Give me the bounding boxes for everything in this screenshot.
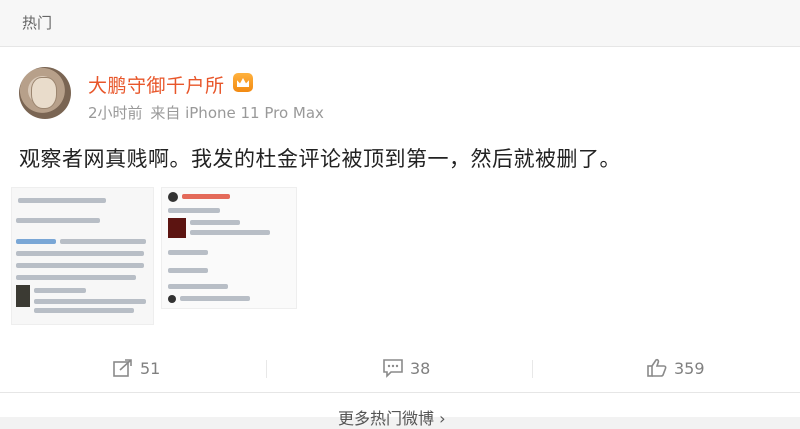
repost-button[interactable]: 51	[112, 344, 160, 392]
post-text: 观察者网真贱啊。我发的杜金评论被顶到第一，然后就被删了。	[19, 147, 621, 171]
weibo-post-card: 大鹏守御千户所 2小时前 来自 iPhone 11 Pro Max 观察者网真贱…	[0, 47, 800, 393]
post-image-1[interactable]	[11, 187, 154, 325]
post-time[interactable]: 2小时前	[88, 104, 143, 122]
section-header: 热门	[0, 0, 800, 47]
repost-count: 51	[140, 358, 161, 378]
post-source: 来自 iPhone 11 Pro Max	[150, 104, 324, 122]
avatar[interactable]	[19, 67, 71, 119]
divider	[532, 360, 533, 378]
post-actions: 51 38 359	[0, 344, 800, 392]
like-count: 359	[674, 358, 705, 378]
post-image-2[interactable]	[161, 187, 297, 309]
vip-crown-icon[interactable]	[233, 73, 253, 92]
author-name[interactable]: 大鹏守御千户所	[88, 71, 225, 98]
more-hot-weibo-label[interactable]: 更多热门微博 ›	[338, 405, 446, 429]
more-hot-weibo[interactable]: 更多热门微博 ›	[0, 393, 800, 428]
comment-button[interactable]: 38	[382, 344, 430, 392]
avatar-face	[31, 77, 57, 109]
comment-count: 38	[410, 358, 431, 378]
share-icon	[113, 359, 132, 377]
comment-icon	[383, 359, 403, 378]
thumbs-up-icon	[647, 358, 667, 377]
post-meta: 2小时前 来自 iPhone 11 Pro Max	[88, 102, 327, 123]
divider	[266, 360, 267, 378]
like-button[interactable]: 359	[646, 344, 705, 392]
section-title: 热门	[22, 14, 53, 32]
